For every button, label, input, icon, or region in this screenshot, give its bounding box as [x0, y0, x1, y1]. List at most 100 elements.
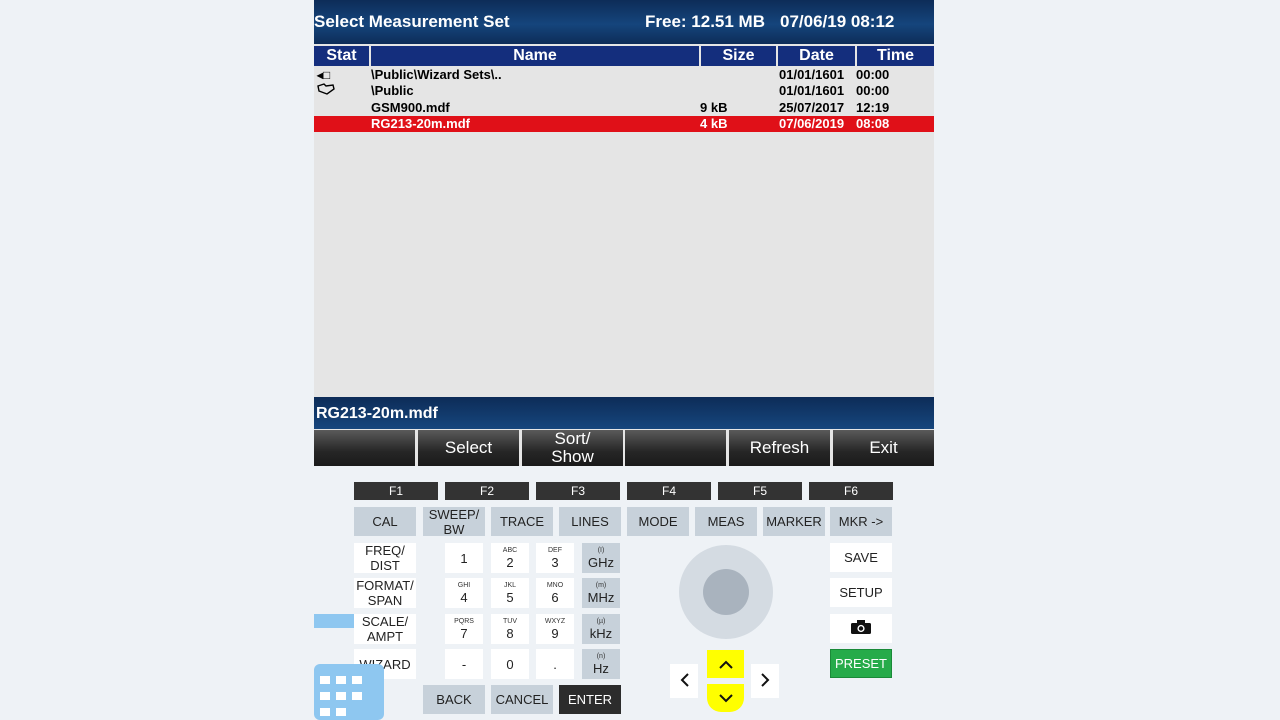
key-label: 2: [506, 555, 514, 570]
f1-key[interactable]: F1: [354, 482, 438, 500]
dialog-title: Select Measurement Set: [314, 12, 510, 31]
arrow-down-key[interactable]: [707, 684, 744, 712]
file-row[interactable]: ◂□ \Public\Wizard Sets\.. 01/01/1601 00:…: [314, 67, 934, 83]
key-label: -: [461, 656, 467, 672]
mode-key[interactable]: MODE: [627, 507, 689, 536]
file-date: 07/06/2019: [779, 116, 845, 131]
number-key[interactable]: JKL 5: [491, 578, 529, 608]
unit-key[interactable]: (µ) kHz: [582, 614, 620, 644]
column-header-stat[interactable]: Stat: [314, 46, 369, 66]
number-key[interactable]: .: [536, 649, 574, 679]
format-span-key[interactable]: FORMAT/SPAN: [354, 578, 416, 608]
softkey-select[interactable]: Select: [418, 430, 519, 466]
file-name: \Public: [371, 83, 414, 98]
key-label: 8: [506, 626, 514, 641]
arrow-up-key[interactable]: [707, 650, 744, 678]
key-sublabel: JKL: [503, 582, 517, 589]
file-row[interactable]: \Public 01/01/1601 00:00: [314, 83, 934, 99]
number-key[interactable]: ABC 2: [491, 543, 529, 573]
key-label: .: [553, 656, 557, 672]
key-label: 5: [506, 590, 514, 605]
arrow-left-key[interactable]: [670, 664, 698, 698]
cal-key[interactable]: CAL: [354, 507, 416, 536]
column-header-date[interactable]: Date: [778, 46, 855, 66]
file-time: 12:19: [856, 100, 890, 115]
f5-key[interactable]: F5: [718, 482, 802, 500]
number-key[interactable]: DEF 3: [536, 543, 574, 573]
f4-key[interactable]: F4: [627, 482, 711, 500]
file-row[interactable]: GSM900.mdf 9 kB 25/07/2017 12:19: [314, 100, 934, 116]
file-date: 25/07/2017: [779, 100, 845, 115]
softkey-refresh[interactable]: Refresh: [729, 430, 830, 466]
key-sublabel: MNO: [546, 582, 564, 589]
key-label: MHz: [587, 590, 615, 605]
number-key[interactable]: TUV 8: [491, 614, 529, 644]
date-time: 07/06/19 08:12: [780, 12, 895, 31]
chevron-down-icon: [718, 691, 733, 706]
unit-key[interactable]: (n) Hz: [582, 649, 620, 679]
trace-key[interactable]: TRACE: [491, 507, 553, 536]
key-sublabel: PQRS: [454, 618, 474, 625]
softkey-bar: Select Sort/Show Refresh Exit: [314, 430, 934, 466]
lines-key[interactable]: LINES: [559, 507, 621, 536]
enter-key[interactable]: ENTER: [559, 685, 621, 714]
arrow-right-key[interactable]: [751, 664, 779, 698]
key-label: Hz: [593, 661, 609, 676]
unit-key[interactable]: (I) GHz: [582, 543, 620, 573]
key-label: 9: [551, 626, 559, 641]
chevron-right-icon: [760, 672, 770, 690]
freq-dist-key[interactable]: FREQ/DIST: [354, 543, 416, 573]
number-key[interactable]: 1: [445, 543, 483, 573]
chevron-left-icon: [680, 672, 689, 690]
softkey-1[interactable]: [314, 430, 415, 466]
file-name: RG213-20m.mdf: [371, 116, 470, 131]
key-sublabel: (µ): [596, 618, 606, 625]
key-label: 1: [460, 550, 468, 566]
file-name: \Public\Wizard Sets\..: [371, 67, 502, 82]
rotary-knob-center[interactable]: [703, 569, 749, 615]
meas-key[interactable]: MEAS: [695, 507, 757, 536]
preset-key[interactable]: PRESET: [830, 649, 892, 678]
folder-open-icon: [317, 83, 335, 99]
selected-file-name: RG213-20m.mdf: [316, 405, 438, 422]
file-row-selected[interactable]: RG213-20m.mdf 4 kB 07/06/2019 08:08: [314, 116, 934, 132]
screenshot-key[interactable]: [830, 614, 892, 643]
chevron-up-icon: [718, 657, 733, 672]
column-header-size[interactable]: Size: [701, 46, 776, 66]
marker-key[interactable]: MARKER: [763, 507, 825, 536]
f6-key[interactable]: F6: [809, 482, 893, 500]
save-key[interactable]: SAVE: [830, 543, 892, 572]
softkey-exit[interactable]: Exit: [833, 430, 934, 466]
column-header-time[interactable]: Time: [857, 46, 934, 66]
f2-key[interactable]: F2: [445, 482, 529, 500]
unit-key[interactable]: (m) MHz: [582, 578, 620, 608]
back-key[interactable]: BACK: [423, 685, 485, 714]
file-time: 00:00: [856, 83, 890, 98]
number-key[interactable]: MNO 6: [536, 578, 574, 608]
key-sublabel: TUV: [503, 618, 517, 625]
mkr-to-key[interactable]: MKR ->: [830, 507, 892, 536]
key-label: kHz: [589, 626, 613, 641]
f3-key[interactable]: F3: [536, 482, 620, 500]
number-key[interactable]: GHI 4: [445, 578, 483, 608]
number-key[interactable]: PQRS 7: [445, 614, 483, 644]
key-sublabel: DEF: [548, 547, 562, 554]
softkey-sort-show[interactable]: Sort/Show: [522, 430, 623, 466]
cancel-key[interactable]: CANCEL: [491, 685, 553, 714]
key-label: 0: [506, 656, 514, 672]
selected-file-bar: RG213-20m.mdf: [314, 397, 934, 429]
setup-key[interactable]: SETUP: [830, 578, 892, 607]
free-space: Free: 12.51 MB: [645, 12, 765, 31]
number-key[interactable]: -: [445, 649, 483, 679]
column-header-name[interactable]: Name: [371, 46, 699, 66]
key-label: GHz: [588, 555, 614, 570]
key-sublabel: (n): [596, 653, 606, 660]
key-sublabel: ABC: [502, 547, 518, 554]
file-size: 4 kB: [700, 116, 728, 131]
key-label: 6: [551, 590, 559, 605]
number-key[interactable]: 0: [491, 649, 529, 679]
number-key[interactable]: WXYZ 9: [536, 614, 574, 644]
key-label: 4: [460, 590, 468, 605]
sweep-bw-key[interactable]: SWEEP/BW: [423, 507, 485, 537]
softkey-4[interactable]: [625, 430, 726, 466]
